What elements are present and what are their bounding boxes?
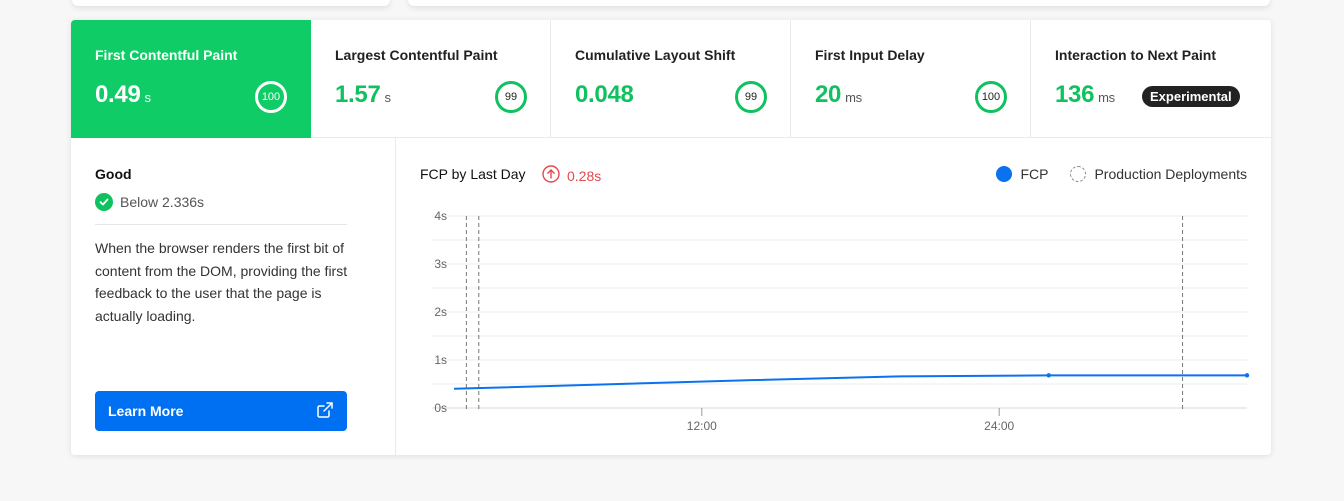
metric-value: 1.57 s [335,81,392,108]
score-ring: 100 [975,81,1007,113]
metric-title: First Input Delay [815,47,925,63]
tab-cumulative-layout-shift[interactable]: Cumulative Layout Shift 0.048 99 [551,20,791,138]
threshold-row: Below 2.336s [95,193,204,211]
tab-interaction-to-next-paint[interactable]: Interaction to Next Paint 136 ms Experime… [1031,20,1271,138]
fcp-chart-panel: FCP by Last Day 0.28s FCP Production Dep… [396,138,1271,455]
y-tick-label: 3s [434,257,447,271]
status-title: Good [95,166,132,182]
metric-unit: s [144,90,152,105]
tab-first-contentful-paint[interactable]: First Contentful Paint 0.49 s 100 [71,20,311,138]
previous-card-edge [72,0,390,6]
metric-unit: ms [1098,90,1115,105]
metric-unit: ms [845,90,862,105]
learn-more-button[interactable]: Learn More [95,391,347,431]
metric-value: 20 ms [815,81,862,108]
x-tick-label: 12:00 [687,419,717,433]
metric-title: Interaction to Next Paint [1055,47,1217,63]
threshold-text: Below 2.336s [120,194,205,210]
fcp-data-point [1046,373,1051,378]
tab-first-input-delay[interactable]: First Input Delay 20 ms 100 [791,20,1031,138]
previous-card-edge [408,0,1270,6]
score-ring: 100 [255,81,287,113]
x-tick-label: 24:00 [984,419,1014,433]
metric-value: 0.49 s [95,81,152,108]
y-tick-label: 2s [434,305,447,319]
check-circle-icon [95,193,113,211]
divider [95,224,347,225]
y-tick-label: 1s [434,353,447,367]
y-tick-label: 0s [434,401,447,415]
fcp-data-point [1244,373,1250,378]
score-ring: 99 [735,81,767,113]
fcp-series-line [453,374,1247,390]
metric-title: Cumulative Layout Shift [575,47,736,63]
experimental-badge: Experimental [1142,86,1240,107]
external-link-icon [316,401,334,422]
metric-value: 136 ms [1055,81,1115,108]
metric-title: First Contentful Paint [95,47,238,63]
speed-insights-card: First Contentful Paint 0.49 s 100 Largest… [71,20,1271,455]
metric-tabs: First Contentful Paint 0.49 s 100 Largest… [71,20,1271,138]
y-tick-label: 4s [434,209,447,223]
learn-more-label: Learn More [108,403,184,419]
score-ring: 99 [495,81,527,113]
fcp-line-chart[interactable]: 0s 1s 2s 3s 4s 12:00 24:00 [396,138,1271,455]
metric-unit: s [384,90,392,105]
metric-title: Largest Contentful Paint [335,47,498,63]
tab-largest-contentful-paint[interactable]: Largest Contentful Paint 1.57 s 99 [311,20,551,138]
metric-description: When the browser renders the first bit o… [95,240,348,324]
metric-details: Good Below 2.336s When the browser rende… [71,138,396,455]
metric-value: 0.048 [575,81,634,108]
